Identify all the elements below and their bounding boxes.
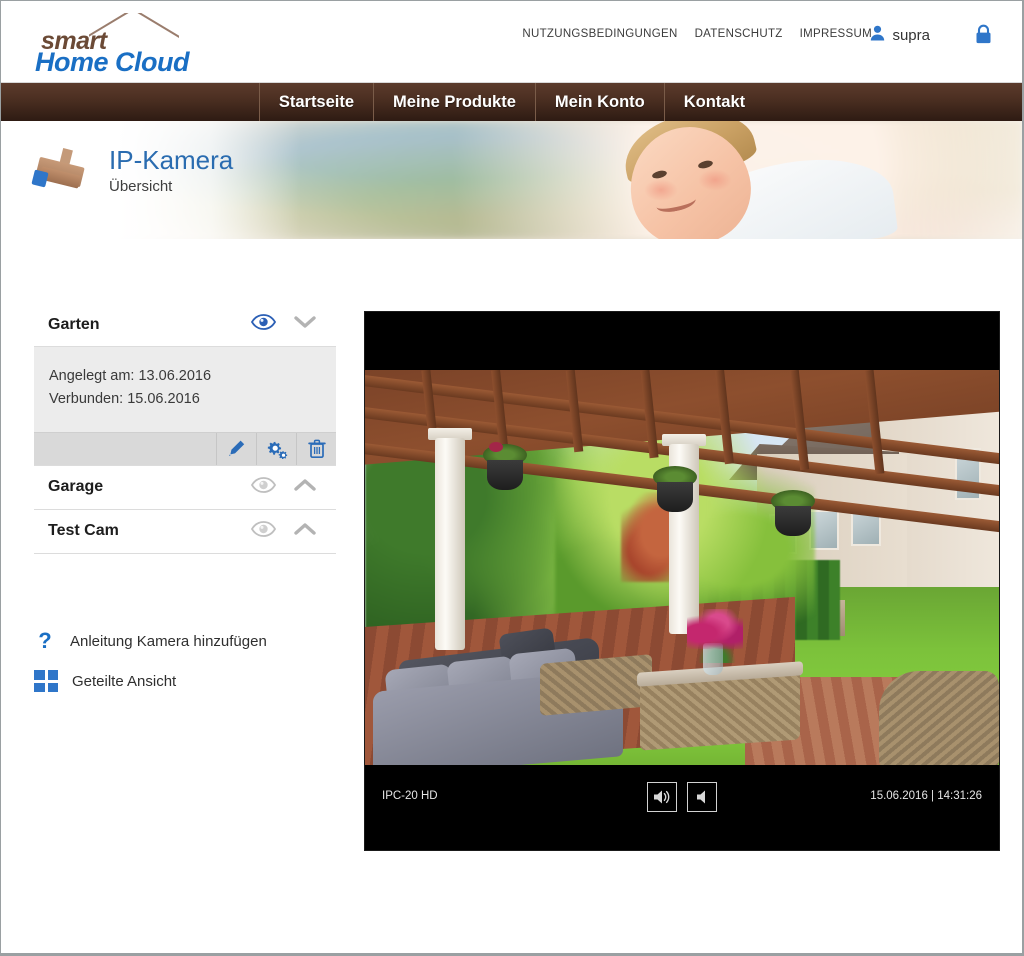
camera-list: Garten Angelegt am: 13.06.2016 Verbunden… <box>34 303 336 554</box>
live-video-feed <box>365 370 999 767</box>
chevron-up-icon[interactable] <box>294 522 316 541</box>
link-label: Geteilte Ansicht <box>72 672 177 690</box>
user-menu[interactable]: supra <box>870 25 930 46</box>
page-title: IP-Kamera <box>109 145 234 175</box>
camera-name: Garten <box>48 315 100 333</box>
camera-created-date: Angelegt am: 13.06.2016 <box>49 368 212 384</box>
eye-icon[interactable] <box>250 314 277 335</box>
chevron-down-icon[interactable] <box>294 315 316 334</box>
main-navigation: Startseite Meine Produkte Mein Konto Kon… <box>1 83 1022 121</box>
link-label: Anleitung Kamera hinzufügen <box>70 632 267 650</box>
logo-home-cloud-text: Home Cloud <box>35 47 190 77</box>
ip-camera-icon <box>31 146 87 196</box>
camera-actions <box>34 431 336 465</box>
app-page: smart Home Cloud NUTZUNGSBEDINGUNGEN DAT… <box>0 0 1024 956</box>
sound-off-button[interactable] <box>687 782 717 812</box>
grid-view-icon <box>34 670 58 692</box>
link-anleitung-kamera-hinzufuegen[interactable]: ? Anleitung Kamera hinzufügen <box>34 621 354 661</box>
eye-icon[interactable] <box>250 477 277 498</box>
camera-settings-button[interactable] <box>256 432 296 465</box>
link-datenschutz[interactable]: DATENSCHUTZ <box>695 28 783 40</box>
banner-right-fade <box>902 121 1022 239</box>
nav-meine-produkte[interactable]: Meine Produkte <box>374 83 536 121</box>
camera-connected-date: Verbunden: 15.06.2016 <box>49 391 200 408</box>
video-timestamp: 15.06.2016 | 14:31:26 <box>870 790 982 802</box>
camera-row-test-cam[interactable]: Test Cam <box>34 510 336 554</box>
sidebar-links: ? Anleitung Kamera hinzufügen Geteilte A… <box>34 621 354 701</box>
camera-row-garten[interactable]: Garten <box>34 303 336 347</box>
player-buttons <box>647 782 717 812</box>
user-name: supra <box>892 27 930 44</box>
banner-child-photo <box>594 121 899 239</box>
utility-links: NUTZUNGSBEDINGUNGEN DATENSCHUTZ IMPRESSU… <box>522 28 872 40</box>
page-title-block: IP-Kamera Übersicht <box>31 146 233 196</box>
nav-mein-konto[interactable]: Mein Konto <box>536 83 665 121</box>
player-control-bar: IPC-20 HD 15.06.2016 | 14:31:26 <box>365 765 999 850</box>
chevron-up-icon[interactable] <box>294 478 316 497</box>
site-logo[interactable]: smart Home Cloud <box>31 11 201 77</box>
page-subtitle: Übersicht <box>109 177 173 195</box>
link-geteilte-ansicht[interactable]: Geteilte Ansicht <box>34 661 354 701</box>
link-impressum[interactable]: IMPRESSUM <box>800 28 872 40</box>
nav-kontakt[interactable]: Kontakt <box>665 83 764 121</box>
main-content: Garten Angelegt am: 13.06.2016 Verbunden… <box>1 241 1022 953</box>
site-header: smart Home Cloud NUTZUNGSBEDINGUNGEN DAT… <box>1 1 1022 83</box>
camera-name: Garage <box>48 478 104 496</box>
question-mark-icon: ? <box>38 628 52 653</box>
camera-row-garage[interactable]: Garage <box>34 466 336 510</box>
lock-icon[interactable] <box>975 24 992 49</box>
person-icon <box>870 25 885 46</box>
edit-camera-button[interactable] <box>216 432 256 465</box>
nav-startseite[interactable]: Startseite <box>258 83 375 121</box>
camera-name: Test Cam <box>48 522 119 540</box>
delete-camera-button[interactable] <box>296 432 336 465</box>
camera-video-player[interactable]: IPC-20 HD 15.06.2016 | 14:31:26 <box>364 311 1000 851</box>
eye-icon[interactable] <box>250 521 277 542</box>
camera-model-label: IPC-20 HD <box>382 790 438 802</box>
sound-on-button[interactable] <box>647 782 677 812</box>
link-nutzungsbedingungen[interactable]: NUTZUNGSBEDINGUNGEN <box>522 28 677 40</box>
camera-detail-garten: Angelegt am: 13.06.2016 Verbunden: 15.06… <box>34 347 336 466</box>
